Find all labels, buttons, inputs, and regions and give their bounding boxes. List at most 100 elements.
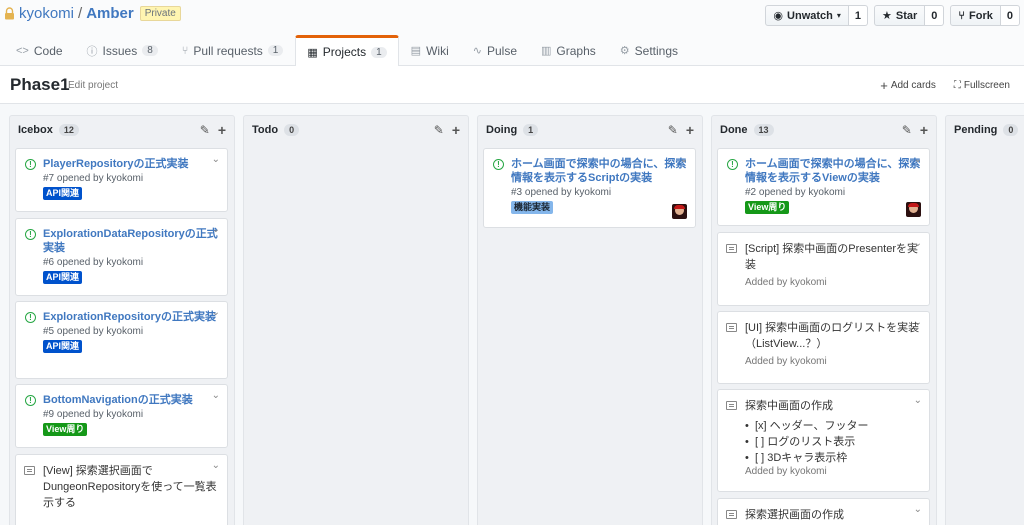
- card-title[interactable]: ホーム画面で探索中の場合に、探索情報を表示するViewの実装: [745, 157, 921, 185]
- tab-pulse[interactable]: ∿ Pulse: [461, 35, 529, 65]
- chevron-down-icon[interactable]: ⌄: [212, 154, 220, 165]
- plus-icon[interactable]: +: [452, 122, 460, 138]
- note-card[interactable]: ⌄ [Script] 探索中画面のPresenterを実装 Added by k…: [717, 232, 930, 306]
- card-meta: #2 opened by kyokomi: [745, 187, 846, 198]
- column-name: Todo: [252, 123, 279, 136]
- avatar[interactable]: [672, 204, 687, 219]
- card-title[interactable]: BottomNavigationの正式実装: [43, 393, 219, 407]
- plus-icon[interactable]: +: [218, 122, 226, 138]
- label-badge[interactable]: API関連: [43, 187, 83, 200]
- note-card[interactable]: ⌄ [View] 探索選択画面でDungeonRepositoryを使って一覧表…: [15, 454, 228, 525]
- note-text: [Script] 探索中画面のPresenterを実装: [745, 243, 918, 271]
- label-badge[interactable]: API関連: [43, 340, 83, 353]
- chevron-down-icon[interactable]: ⌄: [914, 395, 922, 406]
- chevron-down-icon[interactable]: ⌄: [212, 307, 220, 318]
- note-card[interactable]: ⌄ 探索中画面の作成 [x] ヘッダー、フッター [ ] ログのリスト表示 [ …: [717, 389, 930, 492]
- note-text: [UI] 探索中画面のログリストを実装（ListView...？）: [745, 322, 920, 350]
- issue-card[interactable]: ! ⌄ ExplorationRepositoryの正式実装 #5 opened…: [15, 301, 228, 379]
- fullscreen-button[interactable]: ⛶ Fullscreen: [954, 78, 1010, 93]
- tab-label: Wiki: [426, 43, 449, 58]
- plus-icon[interactable]: +: [920, 122, 928, 138]
- note-icon: [726, 401, 737, 410]
- chevron-down-icon[interactable]: ⌄: [212, 224, 220, 235]
- fork-icon: ⑂: [958, 9, 966, 22]
- tab-settings[interactable]: ⚙ Settings: [608, 35, 690, 65]
- note-text: [View] 探索選択画面でDungeonRepositoryを使って一覧表示す…: [43, 465, 217, 509]
- avatar[interactable]: [906, 202, 921, 217]
- chevron-down-icon[interactable]: ⌄: [914, 317, 922, 328]
- stars-count[interactable]: 0: [925, 5, 945, 26]
- repo-name-link[interactable]: Amber: [86, 5, 134, 22]
- card-title[interactable]: PlayerRepositoryの正式実装: [43, 157, 219, 171]
- column-icebox: Icebox 12 ✎ + ! ⌄ PlayerRepositoryの正式実装 #…: [9, 115, 235, 525]
- chevron-down-icon[interactable]: ⌄: [680, 154, 688, 165]
- star-button[interactable]: ★ Star: [874, 5, 926, 26]
- tab-graphs[interactable]: ▥ Graphs: [529, 35, 608, 65]
- label-badge[interactable]: View周り: [43, 423, 88, 436]
- pencil-icon[interactable]: ✎: [902, 123, 912, 137]
- forks-count[interactable]: 0: [1000, 5, 1020, 26]
- note-card[interactable]: ⌄ [UI] 探索中画面のログリストを実装（ListView...？） Adde…: [717, 311, 930, 384]
- star-group: ★ Star 0: [874, 5, 945, 26]
- issue-card[interactable]: ! ⌄ ホーム画面で探索中の場合に、探索情報を表示するScriptの実装 #3 …: [483, 148, 696, 228]
- card-meta: #7 opened by kyokomi: [43, 173, 144, 184]
- fullscreen-label: Fullscreen: [963, 80, 1010, 91]
- column-name: Icebox: [18, 123, 53, 136]
- card-title[interactable]: ExplorationDataRepositoryの正式実装: [43, 227, 219, 255]
- fork-label: Fork: [969, 9, 993, 22]
- tab-code[interactable]: <> Code: [4, 35, 75, 65]
- pencil-icon[interactable]: ✎: [200, 123, 210, 137]
- note-added-by: Added by kyokomi: [745, 277, 827, 288]
- column-header: Done 13 ✎ +: [712, 116, 936, 143]
- add-cards-button[interactable]: + Add cards: [880, 78, 936, 93]
- column-count: 0: [284, 123, 300, 136]
- issue-card[interactable]: ! ⌄ ExplorationDataRepositoryの正式実装 #6 op…: [15, 218, 228, 296]
- note-icon: [726, 510, 737, 519]
- book-icon: ▤: [410, 45, 422, 57]
- label-badge[interactable]: 機能実装: [511, 201, 554, 214]
- label-badge[interactable]: API関連: [43, 271, 83, 284]
- tab-pull-requests[interactable]: ⑂ Pull requests 1: [170, 35, 296, 65]
- tab-label: Pull requests: [193, 43, 263, 58]
- edit-project-link[interactable]: Edit project: [68, 80, 118, 91]
- note-icon: [24, 466, 35, 475]
- chevron-down-icon[interactable]: ⌄: [914, 154, 922, 165]
- screen-full-icon: ⛶: [953, 80, 961, 91]
- lock-icon: [4, 7, 15, 20]
- repo-nav: <> Code ⓘ Issues 8 ⑂ Pull requests 1 ▦ Project…: [4, 35, 690, 66]
- unwatch-label: Unwatch: [787, 9, 833, 22]
- tab-wiki[interactable]: ▤ Wiki: [399, 35, 461, 65]
- issue-card[interactable]: ! ⌄ ホーム画面で探索中の場合に、探索情報を表示するViewの実装 #2 op…: [717, 148, 930, 226]
- chevron-down-icon[interactable]: ⌄: [212, 460, 220, 471]
- tab-issues[interactable]: ⓘ Issues 8: [75, 35, 170, 65]
- caret-down-icon: ▾: [836, 11, 841, 20]
- tab-label: Projects: [322, 45, 367, 59]
- chevron-down-icon[interactable]: ⌄: [914, 504, 922, 515]
- checklist-item: [ ] ログのリスト表示: [745, 434, 921, 450]
- fork-button[interactable]: ⑂ Fork: [950, 5, 1001, 26]
- chevron-down-icon[interactable]: ⌄: [212, 390, 220, 401]
- chevron-down-icon[interactable]: ⌄: [914, 238, 922, 249]
- column-header: Doing 1 ✎ +: [478, 116, 702, 143]
- repo-separator: /: [78, 5, 83, 22]
- column-header: Icebox 12 ✎ +: [10, 116, 234, 143]
- repo-header: kyokomi / Amber Private ◉ Unwatch ▾ 1 ★ …: [0, 0, 1024, 66]
- tab-counter: 1: [371, 46, 387, 58]
- unwatch-button[interactable]: ◉ Unwatch ▾: [765, 5, 849, 26]
- repo-owner-link[interactable]: kyokomi: [19, 5, 74, 22]
- pencil-icon[interactable]: ✎: [434, 123, 444, 137]
- issue-card[interactable]: ! ⌄ BottomNavigationの正式実装 #9 opened by k…: [15, 384, 228, 448]
- watchers-count[interactable]: 1: [848, 5, 869, 26]
- pencil-icon[interactable]: ✎: [668, 123, 678, 137]
- column-doing: Doing 1 ✎ + ! ⌄ ホーム画面で探索中の場合に、探索情報を表示するSc…: [477, 115, 703, 525]
- plus-icon[interactable]: +: [686, 122, 694, 138]
- checklist-item: [x] ヘッダー、フッター: [745, 418, 921, 434]
- add-cards-label: Add cards: [890, 80, 936, 91]
- card-title[interactable]: ExplorationRepositoryの正式実装: [43, 310, 219, 324]
- card-title[interactable]: ホーム画面で探索中の場合に、探索情報を表示するScriptの実装: [511, 157, 687, 185]
- label-badge[interactable]: View周り: [745, 201, 790, 214]
- tab-projects[interactable]: ▦ Projects 1: [295, 35, 399, 66]
- note-added-by: Added by kyokomi: [745, 466, 827, 477]
- note-card[interactable]: ⌄ 探索選択画面の作成: [717, 498, 930, 525]
- issue-card[interactable]: ! ⌄ PlayerRepositoryの正式実装 #7 opened by k…: [15, 148, 228, 212]
